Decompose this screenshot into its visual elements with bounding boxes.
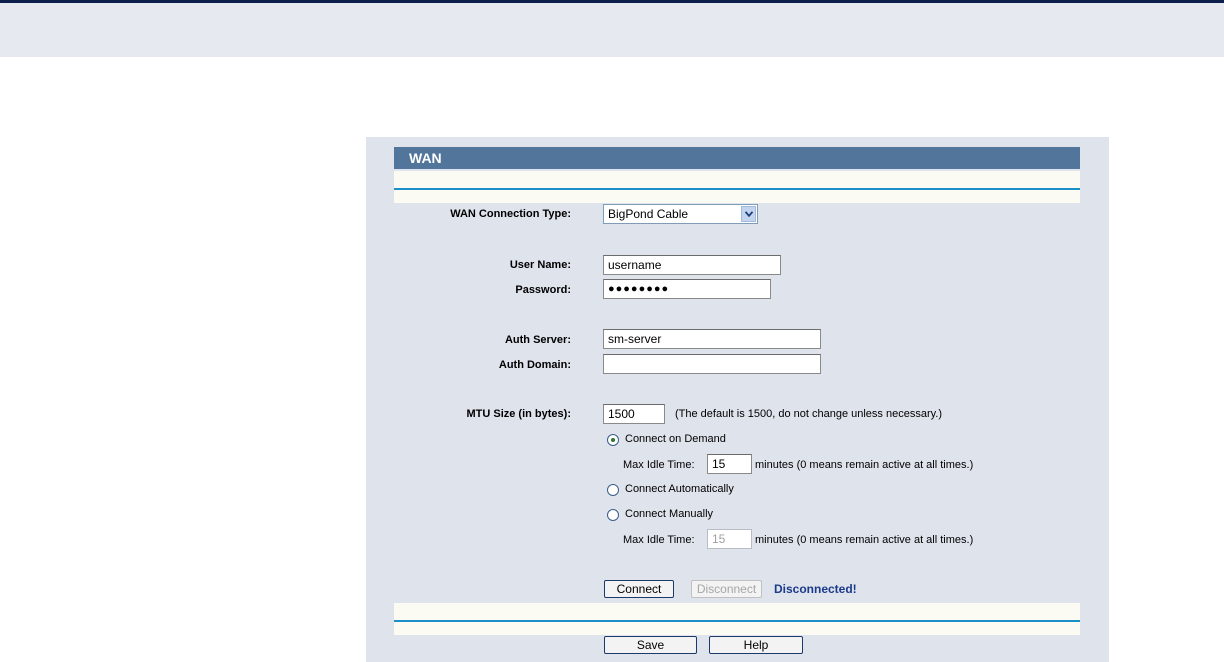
connect-on-demand-radio[interactable]: [607, 434, 619, 446]
connect-manually-label: Connect Manually: [625, 508, 714, 520]
mtu-note: (The default is 1500, do not change unle…: [675, 408, 943, 420]
auth-domain-label: Auth Domain:: [498, 359, 571, 371]
page-title: WAN: [394, 147, 1080, 169]
header-divider: [394, 171, 1080, 203]
connect-button[interactable]: Connect: [604, 580, 674, 598]
connection-type-label: WAN Connection Type:: [450, 208, 571, 220]
auth-server-label: Auth Server:: [504, 334, 571, 346]
connect-automatically-label: Connect Automatically: [625, 483, 734, 495]
wan-panel: WAN WAN Connection Type: BigPond Cable U…: [366, 137, 1109, 662]
mtu-label: MTU Size (in bytes):: [466, 408, 571, 420]
max-idle-input[interactable]: [707, 454, 752, 474]
help-button[interactable]: Help: [709, 636, 803, 654]
top-banner: [0, 0, 1224, 57]
connection-type-value: BigPond Cable: [608, 207, 689, 221]
footer-divider: [394, 603, 1080, 635]
password-label: Password:: [515, 284, 571, 296]
connection-type-select[interactable]: BigPond Cable: [603, 204, 758, 224]
idle-note-manual: minutes (0 means remain active at all ti…: [755, 534, 974, 546]
connect-on-demand-label: Connect on Demand: [625, 433, 726, 445]
password-input[interactable]: ●●●●●●●●: [603, 279, 771, 299]
save-button[interactable]: Save: [604, 636, 697, 654]
username-label: User Name:: [509, 259, 571, 271]
username-input[interactable]: [603, 255, 781, 275]
connection-status: Disconnected!: [774, 582, 857, 596]
mtu-input[interactable]: [603, 404, 665, 424]
max-idle-label: Max Idle Time:: [623, 459, 695, 471]
max-idle-input-manual[interactable]: [707, 529, 752, 549]
max-idle-label-manual: Max Idle Time:: [623, 534, 695, 546]
auth-domain-input[interactable]: [603, 354, 821, 374]
idle-note: minutes (0 means remain active at all ti…: [755, 459, 974, 471]
connect-manually-radio[interactable]: [607, 509, 619, 521]
connect-automatically-radio[interactable]: [607, 484, 619, 496]
chevron-down-icon[interactable]: [741, 206, 756, 222]
disconnect-button[interactable]: Disconnect: [691, 580, 762, 598]
auth-server-input[interactable]: [603, 329, 821, 349]
